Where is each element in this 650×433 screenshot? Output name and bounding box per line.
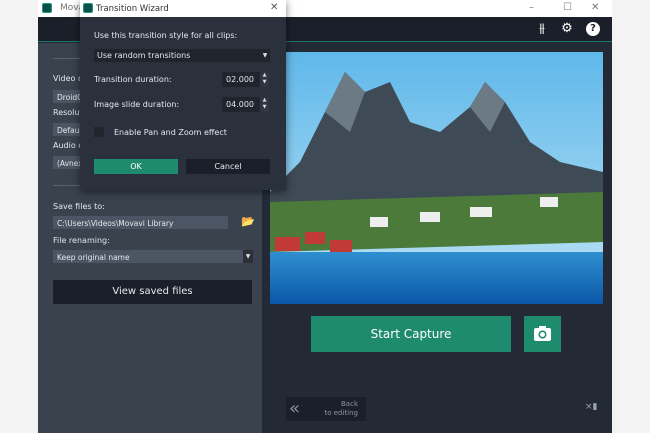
file-renaming-select[interactable]: Keep original name ▼: [53, 250, 253, 263]
snapshot-button[interactable]: [524, 316, 561, 352]
save-path-field[interactable]: C:\Users\Videos\Movavi Library: [53, 216, 228, 229]
file-renaming-value: Keep original name: [57, 253, 130, 262]
minimize-button[interactable]: –: [529, 2, 534, 13]
spinner-arrows-icon[interactable]: ▲ ▼: [260, 97, 269, 112]
transition-duration-spinner[interactable]: 02.000 ▲ ▼: [222, 72, 269, 87]
view-saved-files-button[interactable]: View saved files: [53, 280, 252, 304]
maximize-button[interactable]: ☐: [563, 2, 572, 13]
camera-icon: [534, 326, 551, 341]
slide-duration-label: Image slide duration:: [94, 100, 180, 109]
dialog-title-bar: Transition Wizard ✕: [80, 0, 286, 17]
transition-duration-label: Transition duration:: [94, 75, 172, 84]
spinner-arrows-icon[interactable]: ▲ ▼: [260, 72, 269, 87]
chevron-down-icon: ▼: [260, 49, 270, 62]
dialog-logo-icon: [83, 3, 93, 13]
back-label: Back: [341, 400, 358, 408]
video-label: Video c: [53, 74, 83, 83]
help-icon[interactable]: ?: [586, 22, 600, 36]
resolution-label: Resolut: [53, 108, 83, 117]
dialog-close-button[interactable]: ✕: [270, 2, 278, 13]
start-capture-button[interactable]: Start Capture: [311, 316, 511, 352]
back-to-editing-button[interactable]: « Back to editing: [286, 397, 366, 421]
slide-duration-value: 04.000: [226, 100, 254, 109]
folder-icon[interactable]: 📂: [241, 215, 255, 228]
ok-button[interactable]: OK: [94, 159, 178, 174]
pan-zoom-checkbox[interactable]: [94, 127, 104, 137]
cancel-button[interactable]: Cancel: [186, 159, 270, 174]
dialog-title: Transition Wizard: [96, 4, 169, 14]
save-files-label: Save files to:: [53, 202, 105, 211]
style-label: Use this transition style for all clips:: [94, 31, 238, 40]
transition-style-select[interactable]: Use random transitions ▼: [94, 49, 270, 62]
app-logo-icon: [42, 3, 52, 13]
mute-icon[interactable]: ×▮: [585, 402, 598, 412]
double-chevron-left-icon: «: [289, 398, 301, 419]
transition-wizard-dialog: Transition Wizard ✕ Use this transition …: [80, 0, 286, 190]
transition-style-value: Use random transitions: [97, 51, 191, 60]
close-button[interactable]: ✕: [591, 2, 599, 13]
file-renaming-label: File renaming:: [53, 236, 110, 245]
equalizer-icon[interactable]: ⫵: [535, 22, 549, 36]
transition-duration-value: 02.000: [226, 75, 254, 84]
chevron-down-icon: ▼: [243, 250, 253, 263]
gear-icon[interactable]: ⚙: [560, 22, 574, 36]
camera-preview: [270, 52, 603, 304]
pan-zoom-label: Enable Pan and Zoom effect: [114, 128, 227, 137]
to-editing-label: to editing: [324, 409, 358, 417]
slide-duration-spinner[interactable]: 04.000 ▲ ▼: [222, 97, 269, 112]
audio-label: Audio c: [53, 141, 83, 150]
